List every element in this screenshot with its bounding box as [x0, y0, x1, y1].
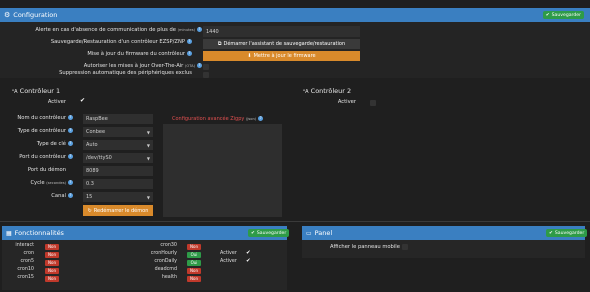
check-circle-icon: ✔: [545, 12, 550, 18]
help-icon: ?: [187, 39, 192, 44]
feature-name-cron15: cron15: [17, 275, 34, 280]
grid-icon: ▦: [6, 229, 12, 237]
feature-state-badge: Non: [187, 275, 201, 282]
advanced-config-label: Configuration avancée Zigpy (Json)?: [172, 116, 264, 122]
help-icon: ?: [68, 141, 73, 146]
chevron-down-icon: ▼: [146, 142, 150, 148]
c2-activate-label: Activer: [337, 99, 356, 105]
feature-name-deadcmd: deadcmd: [154, 267, 177, 272]
help-icon: ?: [68, 128, 73, 133]
chevron-down-icon: ▼: [146, 155, 150, 161]
copy-icon: ⧉: [217, 41, 222, 47]
controller2-title: ᴬA Contrôleur 2: [303, 87, 352, 95]
feature-state-badge: Non: [45, 275, 59, 282]
refresh-icon: ↻: [87, 207, 92, 214]
mobile-panel-checkbox[interactable]: [402, 244, 408, 250]
feature-activate-checkbox[interactable]: ✔: [246, 258, 251, 264]
feature-state-badge: Non: [45, 243, 59, 250]
feature-name-interact: interact: [15, 243, 34, 248]
language-icon: ᴬA: [12, 89, 18, 95]
help-icon: ?: [197, 27, 202, 32]
c1-channel-label: Canal?: [51, 193, 73, 199]
autodelete-label: Suppression automatique des périphérique…: [59, 70, 192, 76]
c1-type-label: Type de contrôleur?: [17, 128, 73, 134]
check-circle-icon: ✔: [251, 230, 255, 236]
ota-checkbox[interactable]: [203, 64, 209, 70]
config-header: ⚙ Configuration: [0, 8, 590, 22]
feature-name-cron5: cron5: [20, 259, 34, 264]
feature-name-cron10: cron10: [17, 267, 34, 272]
download-icon: ⬇: [247, 53, 252, 59]
help-icon: ?: [68, 193, 73, 198]
restart-daemon-button[interactable]: ↻ Redémarrer le démon: [83, 205, 153, 216]
help-icon: ?: [197, 63, 202, 68]
c1-activate-label: Activer: [47, 99, 66, 105]
chevron-down-icon: ▼: [146, 194, 150, 200]
feature-name-cron30: cron30: [160, 243, 177, 248]
c1-channel-select[interactable]: 15 ▼: [83, 192, 153, 202]
alert-input[interactable]: 1440: [203, 26, 360, 37]
c1-port-select[interactable]: /dev/ttyS0 ▼: [83, 153, 153, 163]
feature-state-badge: Non: [187, 243, 201, 250]
check-circle-icon: ✔: [549, 230, 553, 236]
c1-daemon-port-input[interactable]: 8089: [83, 166, 153, 176]
help-icon: ?: [68, 180, 73, 185]
controller1-title: ᴬA Contrôleur 1: [12, 87, 61, 95]
feature-state-badge: Non: [45, 251, 59, 258]
feature-name-cron: cron: [23, 251, 34, 256]
c1-activate-checkbox[interactable]: ✔: [80, 97, 85, 104]
c1-cycle-label: Cycle (secondes)?: [30, 180, 73, 186]
section-divider: [0, 221, 590, 222]
feature-name-cronDaily: cronDaily: [154, 259, 177, 264]
c1-port-label: Port du contrôleur?: [19, 154, 73, 160]
backup-restore-button[interactable]: ⧉ Démarrer l'assistant de sauvegarde/res…: [203, 39, 360, 49]
config-save-button[interactable]: ✔ Sauvegarder: [542, 11, 584, 19]
feature-state-badge: Non: [187, 267, 201, 274]
c1-type-select[interactable]: Conbee ▼: [83, 127, 153, 137]
window-icon: ▭: [306, 229, 312, 237]
c1-name-label: Nom du contrôleur?: [17, 115, 73, 121]
feature-activate-label: Activer: [220, 259, 237, 264]
gears-icon: ⚙: [4, 11, 11, 19]
chevron-down-icon: ▼: [146, 129, 150, 135]
c1-cycle-input[interactable]: 0.3: [83, 179, 153, 189]
c1-key-label: Type de clé?: [36, 141, 73, 147]
feature-state-badge: Oui: [187, 259, 201, 266]
config-title: Configuration: [13, 11, 58, 19]
c1-name-input[interactable]: RaspBee: [83, 114, 153, 124]
feature-state-badge: Non: [45, 267, 59, 274]
c1-daemon-port-label: Port du démon: [27, 167, 66, 173]
firmware-label: Mise à jour du firmware du contrôleur?: [87, 51, 192, 57]
autodelete-checkbox[interactable]: [203, 72, 209, 78]
ota-label: Autoriser les mises à jour Over-The-Air …: [83, 63, 202, 69]
c2-activate-checkbox[interactable]: [370, 100, 376, 106]
help-icon: ?: [187, 51, 192, 56]
help-icon: ?: [68, 115, 73, 120]
feature-activate-label: Activer: [220, 251, 237, 256]
feature-state-badge: Oui: [187, 251, 201, 258]
feature-name-cronHourly: cronHourly: [150, 251, 177, 256]
language-icon: ᴬA: [303, 89, 309, 95]
feature-state-badge: Non: [45, 259, 59, 266]
panel-save-button[interactable]: ✔ Sauvegarder: [546, 229, 588, 237]
backup-label: Sauvegarde/Restauration d'un contrôleur …: [50, 39, 192, 45]
help-icon: ?: [258, 116, 264, 121]
alert-label: Alerte en cas d'absence de communication…: [35, 27, 202, 33]
firmware-update-button[interactable]: ⬇ Mettre à jour le firmware: [203, 51, 360, 61]
panel-header: ▭ Panel: [302, 226, 585, 240]
advanced-config-textarea[interactable]: [163, 124, 282, 217]
features-header: ▦ Fonctionnalités: [2, 226, 287, 240]
feature-activate-checkbox[interactable]: ✔: [246, 250, 251, 256]
c1-key-select[interactable]: Auto ▼: [83, 140, 153, 150]
feature-name-health: health: [161, 275, 177, 280]
help-icon: ?: [68, 154, 73, 159]
mobile-panel-label: Afficher le panneau mobile: [330, 244, 400, 250]
features-save-button[interactable]: ✔ Sauvegarder: [248, 229, 290, 237]
